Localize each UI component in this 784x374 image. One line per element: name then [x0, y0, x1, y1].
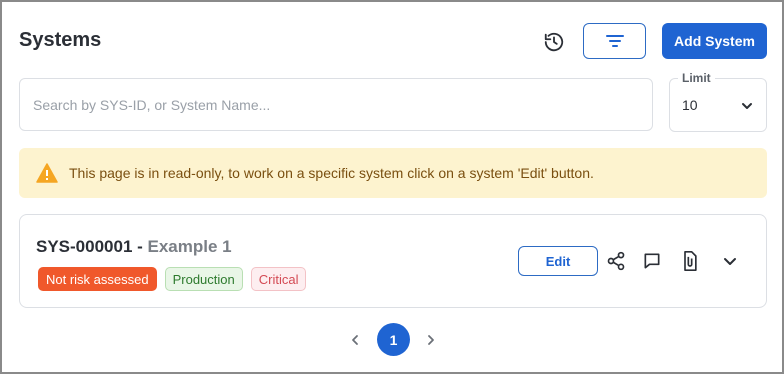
previous-page-button[interactable] — [346, 331, 364, 349]
criticality-badge: Critical — [250, 267, 307, 291]
share-icon — [607, 251, 625, 271]
share-button[interactable] — [604, 249, 628, 273]
attachment-button[interactable] — [678, 249, 702, 273]
limit-select[interactable]: Limit 10 — [669, 71, 767, 132]
attachment-icon — [684, 250, 697, 271]
comment-button[interactable] — [640, 249, 664, 273]
add-system-button[interactable]: Add System — [662, 23, 767, 59]
alert-message: This page is in read-only, to work on a … — [69, 165, 594, 181]
environment-badge: Production — [164, 267, 243, 291]
comment-icon — [644, 253, 660, 269]
warning-icon — [36, 162, 58, 184]
system-id: SYS-000001 - — [36, 237, 148, 256]
system-name: Example 1 — [147, 237, 232, 256]
system-card: SYS-000001 - Example 1 Not risk assessed… — [19, 214, 767, 308]
next-page-button[interactable] — [422, 331, 440, 349]
chevron-right-icon — [428, 335, 434, 345]
history-icon — [544, 32, 564, 52]
chevron-down-icon — [742, 103, 752, 109]
system-title: SYS-000001 - Example 1 — [36, 237, 232, 257]
limit-label: Limit — [678, 71, 715, 85]
page-title: Systems — [19, 29, 102, 51]
page-button-current[interactable]: 1 — [377, 323, 410, 356]
edit-button[interactable]: Edit — [518, 246, 598, 276]
app-frame: Systems Add System Limit 10 — [0, 0, 784, 374]
system-badges: Not risk assessed Production Critical — [38, 267, 307, 291]
risk-status-badge: Not risk assessed — [38, 267, 157, 291]
read-only-alert: This page is in read-only, to work on a … — [19, 148, 767, 198]
history-button[interactable] — [541, 29, 567, 55]
search-input[interactable] — [20, 79, 652, 130]
chevron-left-icon — [352, 335, 358, 345]
limit-value: 10 — [682, 97, 698, 113]
search-field[interactable] — [19, 78, 653, 131]
pagination: 1 — [342, 323, 442, 357]
chevron-down-icon — [724, 258, 736, 265]
expand-button[interactable] — [718, 249, 742, 273]
filter-button[interactable] — [583, 23, 646, 59]
filter-icon — [605, 35, 624, 47]
